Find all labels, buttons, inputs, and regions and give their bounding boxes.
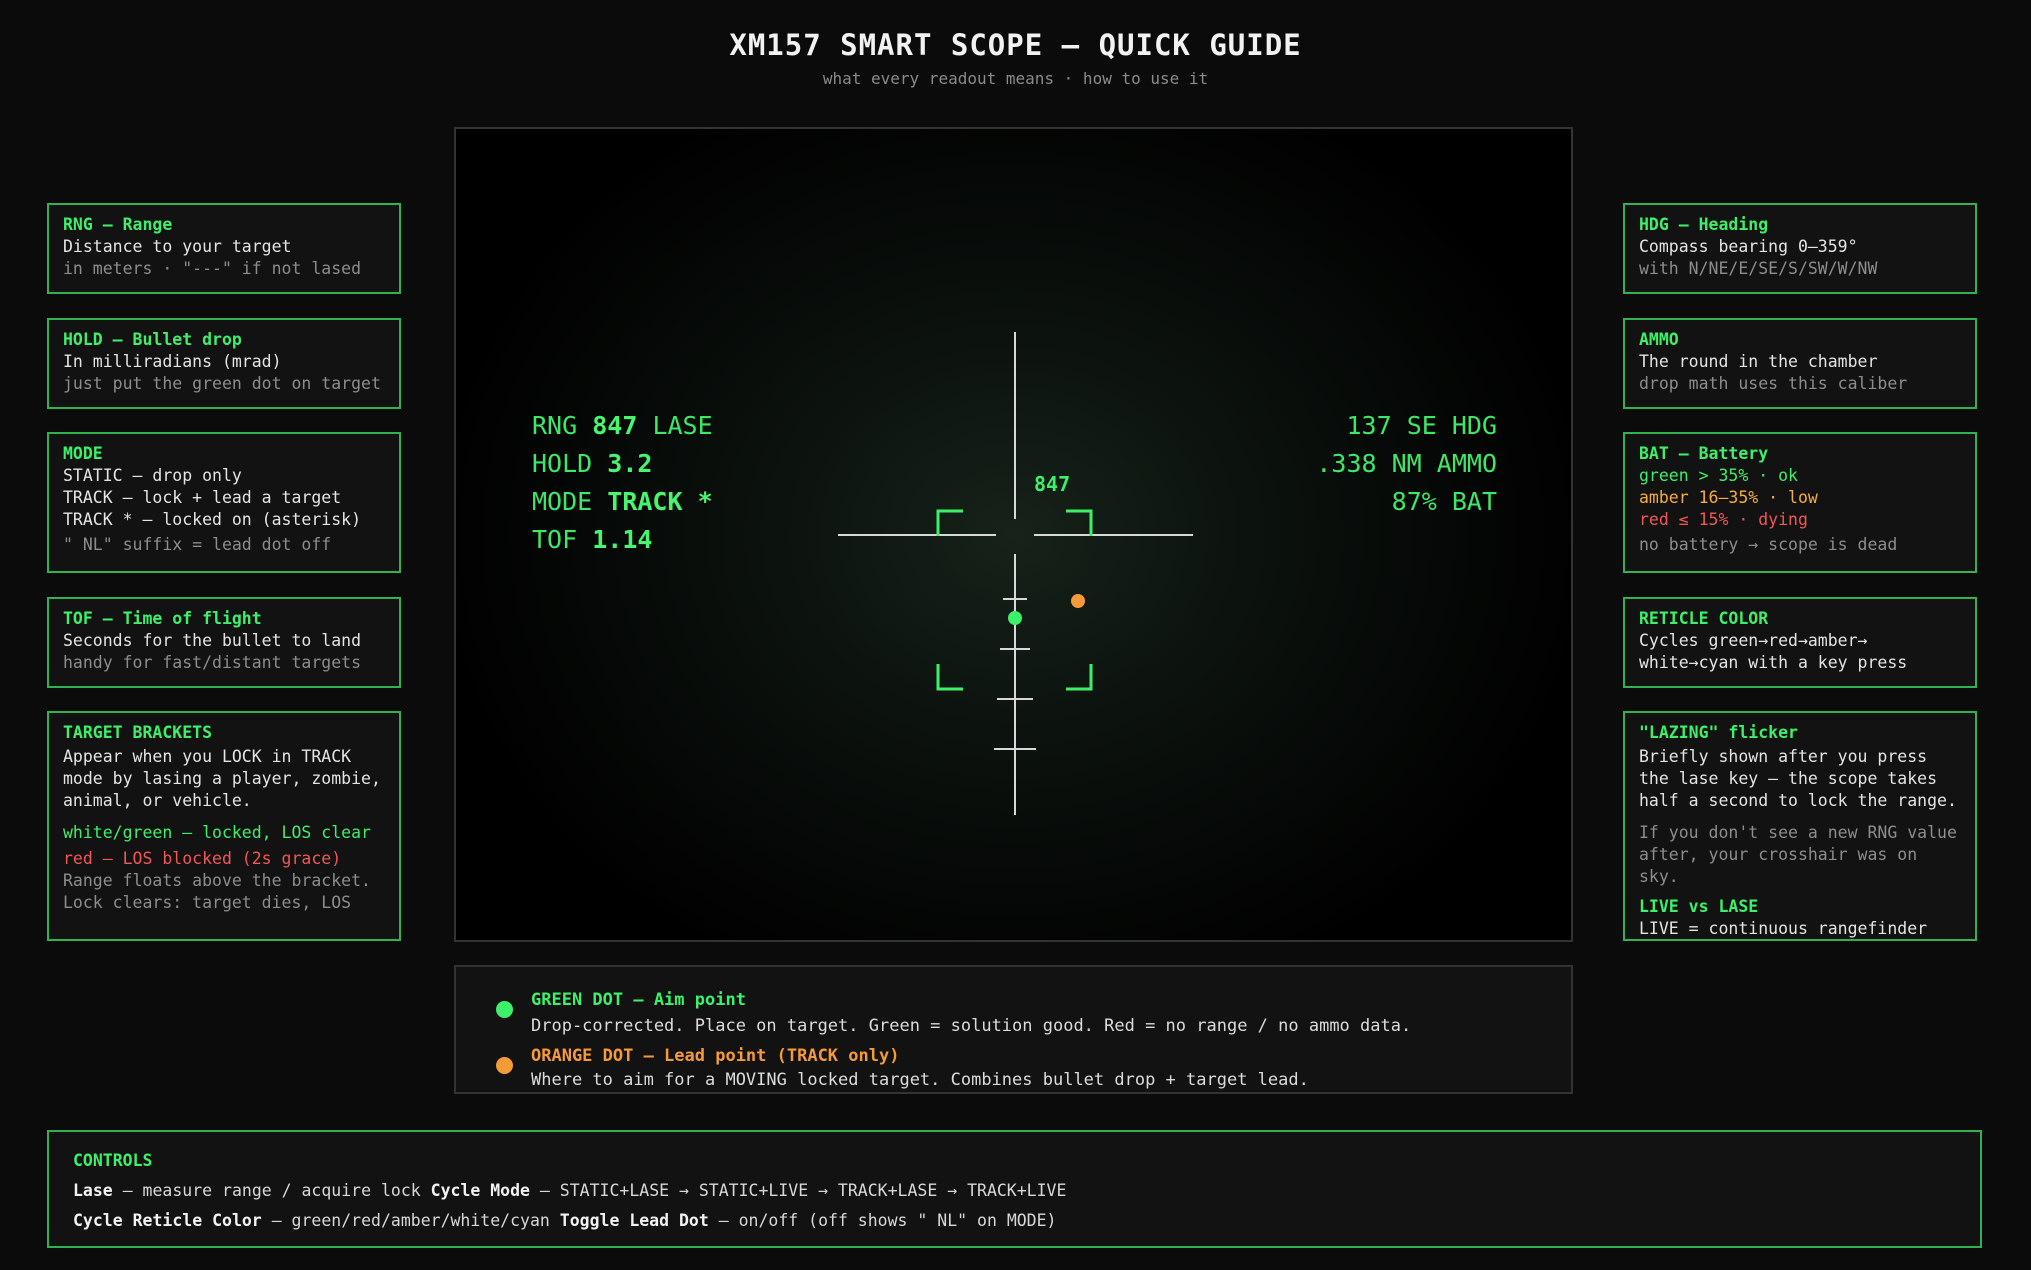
card-text: Cycles green→red→amber→ <box>1639 631 1868 650</box>
card-text: TRACK * — locked on (asterisk) <box>63 510 362 529</box>
card-title: TARGET BRACKETS <box>63 723 213 742</box>
scope-view: RNG 847 LASE HOLD 3.2 MODE TRACK * TOF 1… <box>454 127 1573 942</box>
key-toggle-lead-desc: — on/off (off shows " NL" on MODE) <box>718 1211 1057 1230</box>
key-lase: Lase <box>73 1181 113 1200</box>
card-text: the lase key — the scope takes <box>1639 769 1938 788</box>
legend-orange-desc: Where to aim for a MOVING locked target.… <box>531 1070 1309 1090</box>
card-note: If you don't see a new RNG value <box>1639 823 1957 842</box>
card-title: AMMO <box>1639 330 1679 349</box>
card-note: with N/NE/E/SE/S/SW/W/NW <box>1639 259 1878 278</box>
aim-point-green-dot <box>1008 611 1022 625</box>
card-status-red: red ≤ 15% · dying <box>1639 510 1808 529</box>
card-note: drop math uses this caliber <box>1639 374 1908 393</box>
key-cycle-mode-desc: — STATIC+LASE → STATIC+LIVE → TRACK+LASE… <box>539 1181 1067 1200</box>
card-title: HDG — Heading <box>1639 215 1769 234</box>
bracket-range-label: 847 <box>1034 472 1070 496</box>
card-note: after, your crosshair was on sky. <box>1639 845 1918 886</box>
bracket-top-right <box>1066 509 1093 536</box>
card-title: MODE <box>63 444 103 463</box>
dot-legend: GREEN DOT — Aim point Drop-corrected. Pl… <box>454 965 1573 1094</box>
key-toggle-lead: Toggle Lead Dot <box>559 1211 709 1230</box>
card-text: STATIC — drop only <box>63 466 242 485</box>
card-subtitle: LIVE vs LASE <box>1639 897 1759 916</box>
legend-orange-title: ORANGE DOT — Lead point (TRACK only) <box>531 1046 900 1066</box>
bracket-bottom-right <box>1066 664 1093 691</box>
card-status-red: red — LOS blocked (2s grace) <box>63 849 342 868</box>
card-text: Briefly shown after you press <box>1639 747 1928 766</box>
page-subtitle: what every readout means · how to use it <box>822 69 1209 88</box>
legend-green-desc: Drop-corrected. Place on target. Green =… <box>531 1016 1412 1036</box>
card-title: RETICLE COLOR <box>1639 609 1769 628</box>
card-lazing: "LAZING" flicker Briefly shown after you… <box>1623 711 1977 941</box>
card-status-green: green > 35% · ok <box>1639 466 1798 485</box>
reticle: 847 <box>838 332 1193 815</box>
card-bat: BAT — Battery green > 35% · ok amber 16–… <box>1623 432 1977 573</box>
key-lase-desc: — measure range / acquire lock <box>122 1181 421 1200</box>
card-text: Appear when you LOCK in TRACK <box>63 747 352 766</box>
card-note: " NL" suffix = lead dot off <box>63 535 332 554</box>
card-title: "LAZING" flicker <box>1639 723 1798 742</box>
card-note: in meters · "---" if not lased <box>63 259 362 278</box>
controls-title: CONTROLS <box>73 1151 153 1170</box>
controls-row-1: Lase — measure range / acquire lock Cycl… <box>73 1176 1956 1206</box>
lead-point-orange-dot <box>1071 594 1085 608</box>
card-title: TOF — Time of flight <box>63 609 262 628</box>
card-text: In milliradians (mrad) <box>63 352 282 371</box>
card-note: no battery → scope is dead <box>1639 535 1898 554</box>
card-hold: HOLD — Bullet drop In milliradians (mrad… <box>47 318 401 409</box>
card-hdg: HDG — Heading Compass bearing 0–359° wit… <box>1623 203 1977 294</box>
card-status-amber: amber 16–35% · low <box>1639 488 1818 507</box>
card-text: LIVE = continuous rangefinder <box>1639 919 1928 938</box>
card-status-green: white/green — locked, LOS clear <box>63 823 371 842</box>
card-title: RNG — Range <box>63 215 173 234</box>
controls-panel: CONTROLS Lase — measure range / acquire … <box>47 1130 1982 1248</box>
bracket-top-left <box>936 509 963 536</box>
card-title: BAT — Battery <box>1639 444 1769 463</box>
card-mode: MODE STATIC — drop only TRACK — lock + l… <box>47 432 401 573</box>
card-note: Lock clears: target dies, LOS <box>63 893 352 912</box>
card-rng: RNG — Range Distance to your target in m… <box>47 203 401 294</box>
legend-green-title: GREEN DOT — Aim point <box>531 990 746 1010</box>
card-text: Seconds for the bullet to land <box>63 631 362 650</box>
card-note: Range floats above the bracket. <box>63 871 371 890</box>
card-text: Compass bearing 0–359° <box>1639 237 1858 256</box>
card-text: The round in the chamber <box>1639 352 1878 371</box>
legend-green: GREEN DOT — Aim point Drop-corrected. Pl… <box>531 987 1411 1039</box>
card-text: Distance to your target <box>63 237 292 256</box>
card-reticle-color: RETICLE COLOR Cycles green→red→amber→ wh… <box>1623 597 1977 688</box>
card-target-brackets: TARGET BRACKETS Appear when you LOCK in … <box>47 711 401 941</box>
card-tof: TOF — Time of flight Seconds for the bul… <box>47 597 401 688</box>
card-text: white→cyan with a key press <box>1639 653 1908 672</box>
key-cycle-mode: Cycle Mode <box>430 1181 530 1200</box>
card-text: half a second to lock the range. <box>1639 791 1957 810</box>
key-cycle-color: Cycle Reticle Color <box>73 1211 262 1230</box>
legend-orange: ORANGE DOT — Lead point (TRACK only) Whe… <box>531 1043 1309 1093</box>
card-text: TRACK — lock + lead a target <box>63 488 342 507</box>
key-cycle-color-desc: — green/red/amber/white/cyan <box>271 1211 550 1230</box>
card-text: mode by lasing a player, zombie, <box>63 769 381 788</box>
card-note: just put the green dot on target <box>63 374 381 393</box>
card-ammo: AMMO The round in the chamber drop math … <box>1623 318 1977 409</box>
orange-dot-icon <box>496 1057 513 1074</box>
green-dot-icon <box>496 1001 513 1018</box>
card-note: handy for fast/distant targets <box>63 653 362 672</box>
page-title: XM157 SMART SCOPE — QUICK GUIDE <box>729 28 1302 62</box>
controls-row-2: Cycle Reticle Color — green/red/amber/wh… <box>73 1206 1956 1236</box>
card-text: animal, or vehicle. <box>63 791 252 810</box>
card-title: HOLD — Bullet drop <box>63 330 242 349</box>
bracket-bottom-left <box>936 664 963 691</box>
